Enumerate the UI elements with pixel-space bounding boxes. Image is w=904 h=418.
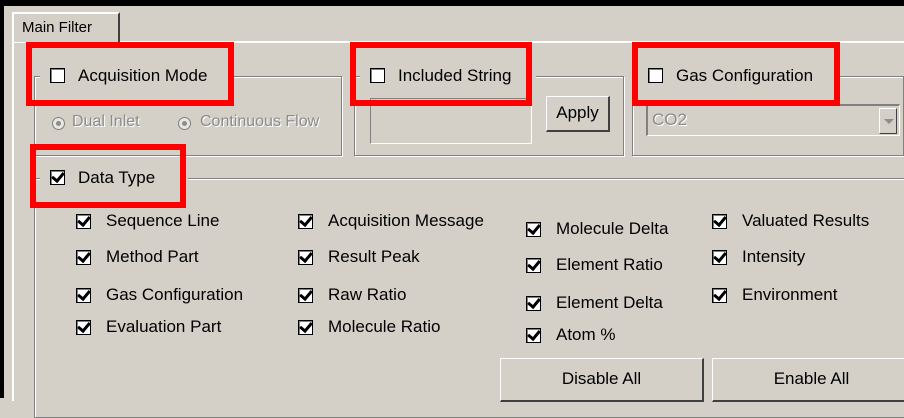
disable-all-button[interactable]: Disable All — [500, 358, 704, 402]
data-type-item-checkbox[interactable] — [76, 250, 91, 265]
highlight-acquisition-mode — [26, 42, 234, 106]
data-type-item-checkbox[interactable] — [76, 214, 91, 229]
data-type-item-label: Method Part — [106, 247, 199, 266]
data-type-item-checkbox[interactable] — [712, 214, 727, 229]
dual-inlet-label: Dual Inlet — [72, 113, 140, 130]
data-type-item-checkbox[interactable] — [526, 328, 541, 343]
data-type-item-label: Raw Ratio — [328, 285, 407, 304]
data-type-item-label: Result Peak — [328, 247, 420, 266]
dual-inlet-radio[interactable] — [52, 117, 65, 130]
data-type-item-label: Evaluation Part — [106, 317, 222, 336]
data-type-item-label: Atom % — [556, 325, 616, 344]
data-type-item-checkbox[interactable] — [298, 288, 313, 303]
data-type-item-checkbox[interactable] — [526, 258, 541, 273]
data-type-item-label: Sequence Line — [106, 211, 220, 230]
data-type-item-label: Intensity — [742, 247, 806, 266]
gas-configuration-select[interactable]: CO2 — [646, 104, 900, 136]
data-type-item-checkbox[interactable] — [712, 288, 727, 303]
data-type-item-label: Element Delta — [556, 293, 663, 312]
data-type-item-checkbox[interactable] — [76, 288, 91, 303]
data-type-item-label: Environment — [742, 285, 838, 304]
data-type-item-label: Element Ratio — [556, 255, 663, 274]
data-type-item-checkbox[interactable] — [526, 222, 541, 237]
enable-all-button[interactable]: Enable All — [712, 358, 904, 402]
tab-main-filter[interactable]: Main Filter — [12, 12, 120, 42]
data-type-item-label: Acquisition Message — [328, 211, 484, 230]
data-type-item-checkbox[interactable] — [298, 250, 313, 265]
chevron-down-icon[interactable] — [879, 108, 897, 134]
window-left-border — [0, 0, 4, 398]
highlight-included-string — [350, 42, 532, 106]
disable-all-button-label: Disable All — [561, 369, 642, 388]
data-type-item-label: Molecule Ratio — [328, 317, 441, 336]
data-type-item-checkbox[interactable] — [298, 214, 313, 229]
highlight-data-type — [30, 144, 186, 208]
data-type-item-label: Valuated Results — [742, 211, 870, 230]
tab-main-filter-label: Main Filter — [22, 19, 93, 36]
data-type-item-checkbox[interactable] — [76, 320, 91, 335]
highlight-gas-configuration — [632, 42, 840, 106]
continuous-flow-radio[interactable] — [178, 117, 191, 130]
gas-configuration-selected: CO2 — [652, 110, 687, 129]
enable-all-button-label: Enable All — [773, 369, 850, 388]
data-type-item-checkbox[interactable] — [712, 250, 727, 265]
continuous-flow-label: Continuous Flow — [200, 113, 320, 130]
apply-button-label: Apply — [556, 103, 599, 122]
data-type-item-checkbox[interactable] — [298, 320, 313, 335]
window-top-border — [0, 0, 904, 6]
data-type-item-label: Molecule Delta — [556, 219, 669, 238]
apply-button[interactable]: Apply — [546, 96, 610, 132]
data-type-item-checkbox[interactable] — [526, 296, 541, 311]
data-type-item-label: Gas Configuration — [106, 285, 244, 304]
